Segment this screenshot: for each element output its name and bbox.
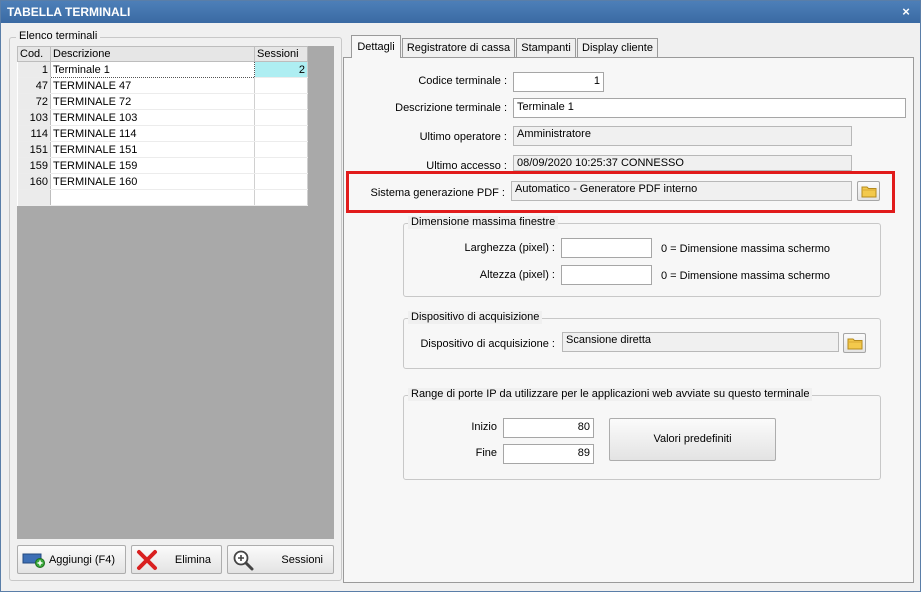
column-header-code[interactable]: Cod. [17, 46, 51, 62]
add-terminal-icon [22, 553, 45, 568]
acquisition-title: Dispositivo di acquisizione [408, 311, 543, 324]
port-start-field[interactable]: 80 [503, 418, 594, 438]
row-description: TERMINALE 72 [50, 93, 255, 110]
terminal-description-label: Descrizione terminale : [395, 102, 507, 114]
table-row[interactable]: 47 TERMINALE 47 [17, 77, 308, 94]
sessions-button[interactable]: Sessioni [227, 545, 334, 574]
height-field[interactable] [561, 265, 652, 285]
terminal-code-field[interactable]: 1 [513, 72, 604, 92]
tab-registratore-di-cassa[interactable]: Registratore di cassa [402, 38, 515, 57]
default-values-button[interactable]: Valori predefiniti [609, 418, 776, 461]
row-description: Terminale 1 [50, 61, 255, 78]
ports-title: Range di porte IP da utilizzare per le a… [408, 388, 813, 401]
table-row[interactable]: 159 TERMINALE 159 [17, 157, 308, 174]
row-code-empty [17, 189, 51, 206]
row-code: 151 [17, 141, 51, 158]
row-description-empty [50, 189, 255, 206]
row-code: 159 [17, 157, 51, 174]
height-label: Altezza (pixel) : [479, 269, 555, 281]
row-code: 72 [17, 93, 51, 110]
table-row-new[interactable] [17, 189, 308, 206]
folder-icon [847, 338, 863, 350]
row-code: 103 [17, 109, 51, 126]
window-title: TABELLA TERMINALI [7, 5, 131, 19]
zoom-in-icon [233, 550, 254, 571]
width-field[interactable] [561, 238, 652, 258]
row-description: TERMINALE 159 [50, 157, 255, 174]
default-values-label: Valori predefiniti [653, 433, 732, 445]
acquisition-field: Scansione diretta [562, 332, 839, 352]
window-size-group [403, 223, 881, 297]
row-sessions [254, 125, 308, 142]
tab-dettagli[interactable]: Dettagli [351, 35, 401, 58]
row-code: 160 [17, 173, 51, 190]
column-header-sessions[interactable]: Sessioni [254, 46, 308, 62]
acquisition-label: Dispositivo di acquisizione : [420, 338, 555, 350]
tab-display-cliente[interactable]: Display cliente [577, 38, 658, 57]
width-label: Larghezza (pixel) : [464, 242, 556, 254]
row-sessions [254, 93, 308, 110]
terminal-description-field[interactable]: Terminale 1 [513, 98, 906, 118]
row-description: TERMINALE 114 [50, 125, 255, 142]
title-bar: TABELLA TERMINALI [1, 1, 920, 23]
table-row[interactable]: 1 Terminale 1 2 [17, 61, 308, 78]
window-size-title: Dimensione massima finestre [408, 216, 559, 229]
table-row[interactable]: 114 TERMINALE 114 [17, 125, 308, 142]
add-button-label: Aggiungi (F4) [48, 554, 115, 566]
row-sessions [254, 109, 308, 126]
add-button[interactable]: Aggiungi (F4) [17, 545, 126, 574]
terminal-code-label: Codice terminale : [418, 75, 507, 87]
table-row[interactable]: 151 TERMINALE 151 [17, 141, 308, 158]
sessions-button-label: Sessioni [281, 554, 323, 566]
table-row[interactable]: 160 TERMINALE 160 [17, 173, 308, 190]
tab-stampanti[interactable]: Stampanti [516, 38, 576, 57]
row-code: 1 [17, 61, 51, 78]
terminals-grid[interactable]: Cod. Descrizione Sessioni 1 Terminale 1 … [17, 46, 334, 539]
delete-button-label: Elimina [174, 554, 211, 566]
port-end-label: Fine [475, 447, 497, 459]
row-sessions [254, 77, 308, 94]
tabella-terminali-window: TABELLA TERMINALI × Elenco terminali Cod… [0, 0, 921, 592]
row-description: TERMINALE 47 [50, 77, 255, 94]
row-code: 114 [17, 125, 51, 142]
highlight-box [346, 171, 895, 213]
row-description: TERMINALE 151 [50, 141, 255, 158]
width-hint: 0 = Dimensione massima schermo [661, 243, 831, 255]
height-hint: 0 = Dimensione massima schermo [661, 270, 831, 282]
row-sessions: 2 [254, 61, 308, 78]
row-code: 47 [17, 77, 51, 94]
terminals-table: Cod. Descrizione Sessioni 1 Terminale 1 … [17, 46, 308, 206]
close-icon[interactable]: × [898, 1, 914, 23]
last-operator-field: Amministratore [513, 126, 852, 146]
column-header-description[interactable]: Descrizione [50, 46, 255, 62]
delete-button[interactable]: Elimina [131, 545, 222, 574]
acquisition-browse-button[interactable] [843, 333, 866, 353]
port-start-label: Inizio [471, 421, 497, 433]
last-operator-label: Ultimo operatore : [419, 131, 507, 143]
row-description: TERMINALE 103 [50, 109, 255, 126]
row-sessions [254, 173, 308, 190]
row-sessions [254, 141, 308, 158]
port-end-field[interactable]: 89 [503, 444, 594, 464]
delete-x-icon [137, 550, 157, 570]
table-row[interactable]: 72 TERMINALE 72 [17, 93, 308, 110]
last-access-field: 08/09/2020 10:25:37 CONNESSO [513, 155, 852, 171]
terminals-list-title: Elenco terminali [16, 30, 101, 43]
row-description: TERMINALE 160 [50, 173, 255, 190]
table-row[interactable]: 103 TERMINALE 103 [17, 109, 308, 126]
row-sessions-empty [254, 189, 308, 206]
row-sessions [254, 157, 308, 174]
